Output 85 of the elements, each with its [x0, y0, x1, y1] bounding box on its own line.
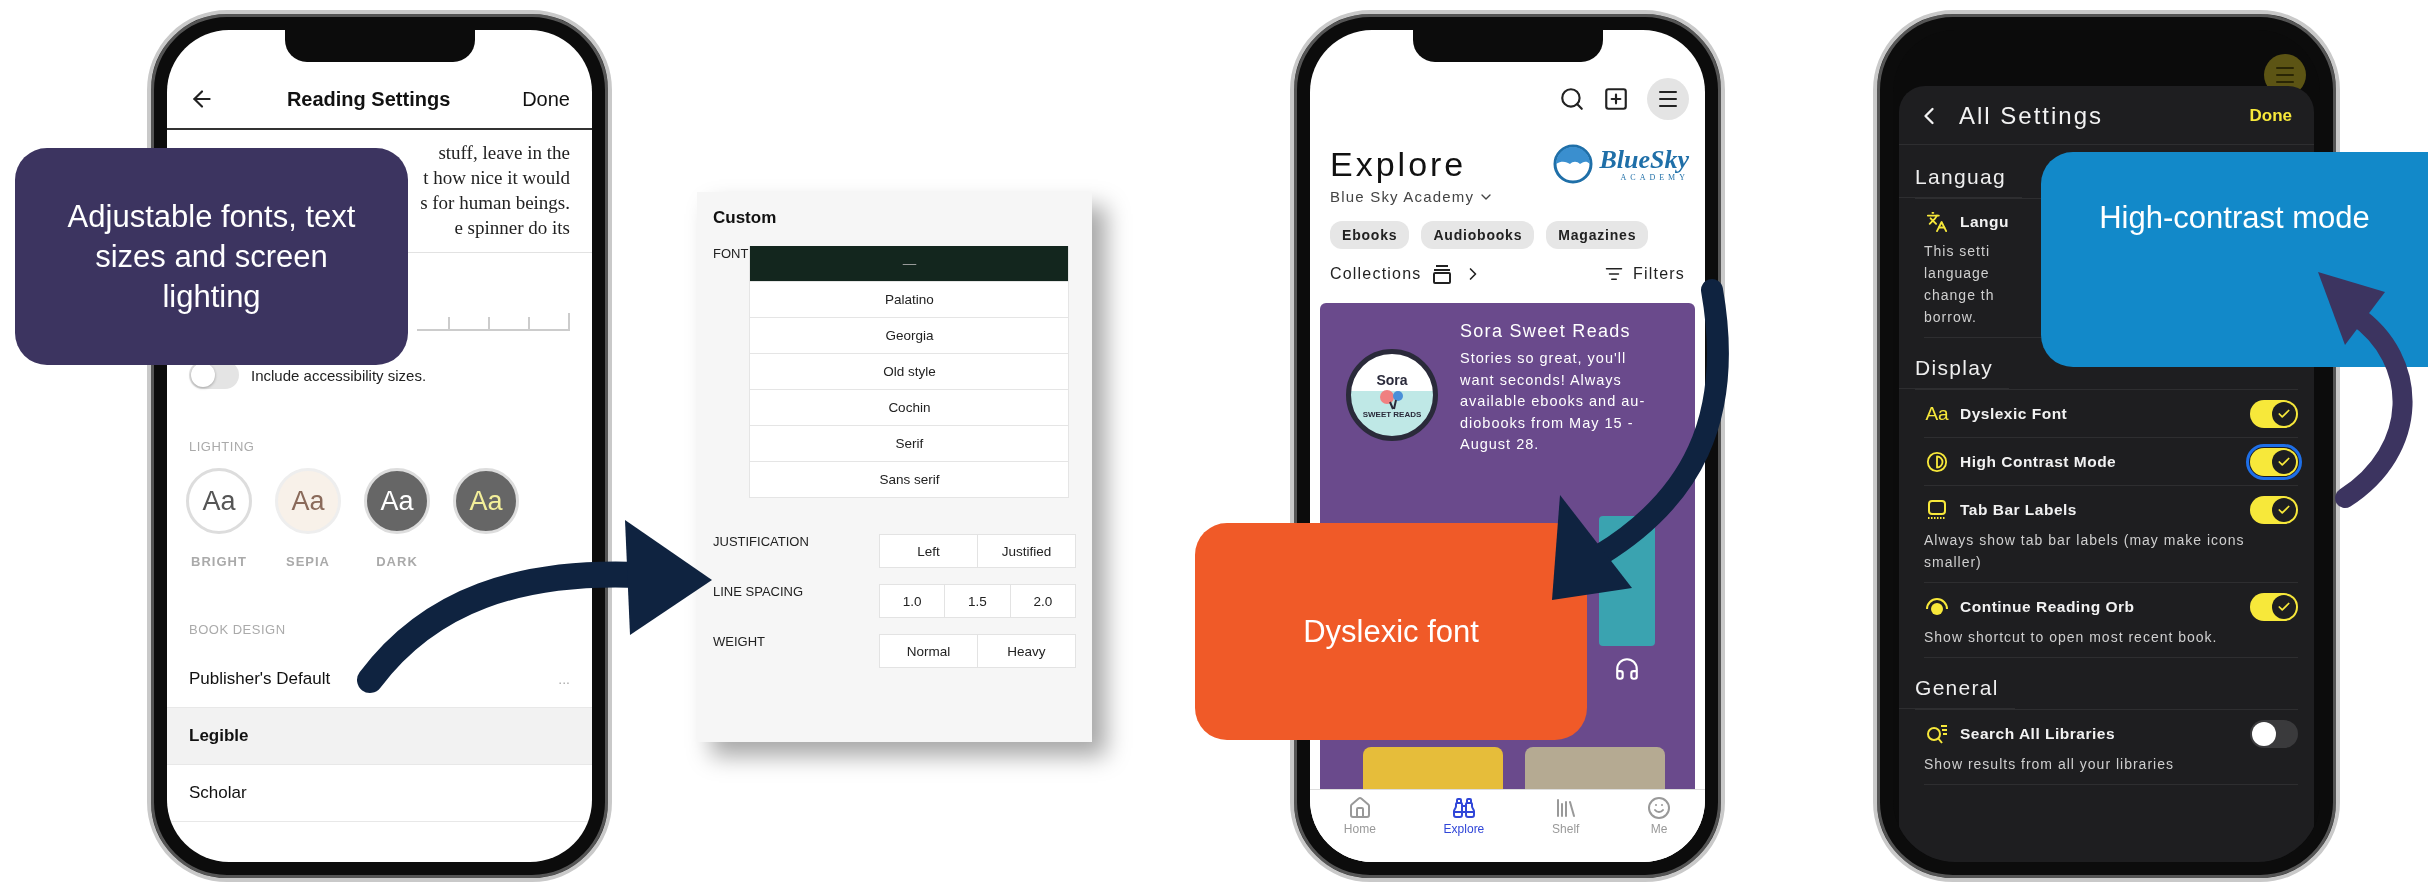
filter-icon [1605, 265, 1624, 283]
lighting-label: BRIGHT [191, 554, 247, 570]
screen-title: Reading Settings [286, 87, 451, 111]
language-icon [1926, 211, 1948, 233]
design-option[interactable]: Legible [167, 708, 592, 765]
filters-button[interactable]: Filters [1605, 265, 1685, 283]
collections-link[interactable]: Collections [1330, 263, 1484, 285]
check-icon [2277, 600, 2291, 614]
segment-option[interactable]: Justified [977, 534, 1076, 568]
setting-title: Dyslexic Font [1960, 405, 2068, 423]
done-button[interactable]: Done [2249, 106, 2292, 126]
option-label: JUSTIFICATION [713, 534, 809, 549]
screen-title: All Settings [1959, 102, 2104, 130]
setting-title: Search All Libraries [1960, 725, 2116, 743]
toggle-switch[interactable] [2250, 496, 2298, 524]
lighting-label: DARK [376, 554, 418, 570]
font-option[interactable]: Georgia [749, 318, 1070, 354]
logo-text: BlueSky [1599, 146, 1689, 173]
check-icon [2277, 407, 2291, 421]
contrast-icon [1926, 451, 1948, 473]
setting-description: Always show tab bar labels (may make icons smaller) [1924, 531, 2246, 572]
headphones-icon [1614, 655, 1640, 682]
lighting-option[interactable]: Aa [364, 468, 430, 534]
callout-box: Adjustable fonts, text sizes and screen lighting [15, 148, 408, 365]
option-label: WEIGHT [713, 634, 765, 649]
font-option[interactable]: Cochin [749, 390, 1070, 426]
setting-title: Langu [1960, 213, 2009, 231]
banner-text: Stories so great, you'll want seconds! Always available ebooks and au- diobooks from May 15 - August 28. [1460, 349, 1646, 454]
lighting-option[interactable]: Aa [453, 468, 519, 534]
tab-bar-icon [1926, 499, 1948, 521]
lighting-option[interactable]: Aa [275, 468, 341, 534]
font-option[interactable]: Sans serif [749, 462, 1070, 498]
home-icon [1347, 796, 1372, 820]
badge-text: Sora [1376, 371, 1408, 388]
toggle-switch[interactable] [2250, 593, 2298, 621]
panel-title: Custom [713, 208, 777, 228]
setting-description: This setti language change th borrow. [1924, 242, 1995, 327]
binoculars-icon [1451, 796, 1476, 820]
section-label: BOOK DESIGN [188, 622, 287, 637]
toggle-switch[interactable] [2250, 400, 2298, 428]
font-icon: Aa [1925, 403, 1949, 425]
tab[interactable]: Explore [1443, 796, 1485, 836]
library-dropdown[interactable]: Blue Sky Academy [1330, 188, 1495, 205]
callout-box: Dyslexic font [1195, 523, 1587, 740]
section-label: LIGHTING [188, 439, 256, 454]
segment-option[interactable]: Left [879, 534, 978, 568]
font-option[interactable]: Palatino [749, 282, 1070, 318]
setting-title: Continue Reading Orb [1960, 598, 2135, 616]
check-icon [2277, 503, 2291, 517]
filter-chip[interactable]: Magazines [1546, 221, 1649, 249]
segment-option[interactable]: Heavy [977, 634, 1076, 668]
segment-option[interactable]: 2.0 [1009, 584, 1076, 618]
font-option[interactable]: Serif [749, 426, 1070, 462]
segment-option[interactable]: 1.0 [879, 584, 946, 618]
banner-title: Sora Sweet Reads [1460, 321, 1632, 342]
page-title: Explore [1330, 144, 1467, 184]
toggle-switch[interactable] [2250, 720, 2298, 748]
search-icon[interactable] [1559, 86, 1585, 112]
callout-box: High-contrast mode [2041, 152, 2428, 367]
setting-description: Show shortcut to open most recent book. [1924, 628, 2218, 647]
segment-option[interactable]: 1.5 [944, 584, 1011, 618]
design-option[interactable]: Scholar [167, 765, 592, 822]
smiley-icon [1647, 796, 1672, 820]
done-button[interactable]: Done [522, 87, 570, 111]
menu-button[interactable] [1647, 78, 1689, 120]
stack-icon [1431, 263, 1454, 285]
font-option[interactable]: — [749, 246, 1070, 282]
lighting-label: SEPIA [286, 554, 330, 570]
font-label: FONT [713, 246, 749, 261]
font-option[interactable]: Old style [749, 354, 1070, 390]
badge-text: SWEET READS [1362, 409, 1422, 419]
lighting-option[interactable]: Aa [186, 468, 252, 534]
filter-chip[interactable]: Ebooks [1330, 221, 1410, 249]
setting-title: Tab Bar Labels [1960, 501, 2077, 519]
search-list-icon [1925, 723, 1949, 745]
segment-option[interactable]: Normal [879, 634, 978, 668]
setting-title: High Contrast Mode [1960, 453, 2117, 471]
logo-subtext: ACADEMY [1620, 172, 1689, 182]
plus-square-icon[interactable] [1603, 86, 1629, 112]
orb-icon [1925, 597, 1949, 617]
check-icon [2277, 455, 2291, 469]
filter-chip[interactable]: Audiobooks [1421, 221, 1535, 249]
setting-description: Show results from all your libraries [1924, 755, 2174, 774]
toggle-label: Include accessibility sizes. [251, 366, 427, 384]
option-label: LINE SPACING [713, 584, 804, 599]
